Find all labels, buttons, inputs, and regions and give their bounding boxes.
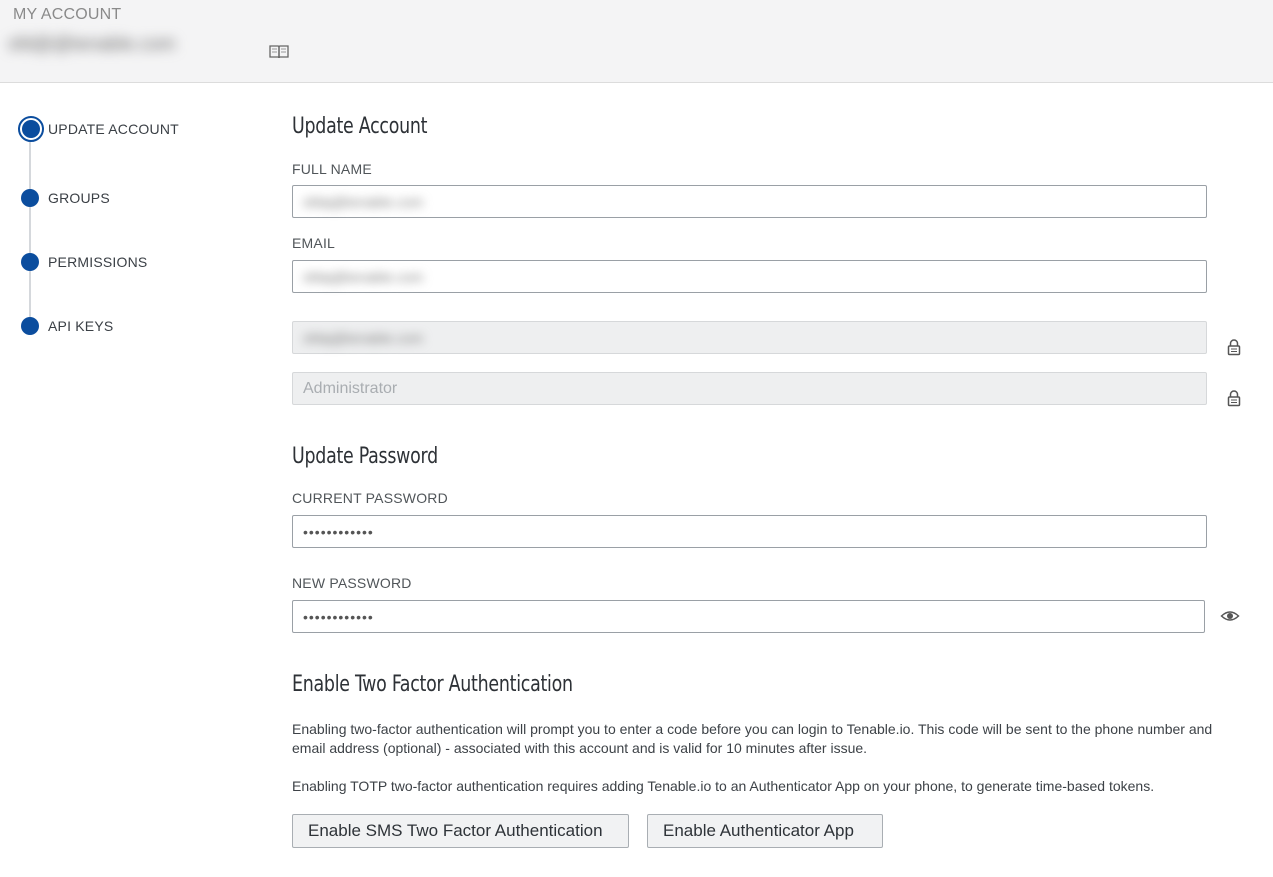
update-password-heading: Update Password [292, 444, 438, 469]
update-account-heading: Update Account [292, 114, 428, 139]
sidebar-item-label: GROUPS [48, 190, 110, 206]
step-dot-icon [21, 253, 39, 271]
book-icon[interactable] [269, 44, 289, 60]
two-factor-heading: Enable Two Factor Authentication [292, 672, 573, 697]
new-password-field[interactable]: •••••••••••• [292, 600, 1205, 633]
current-password-field[interactable]: •••••••••••• [292, 515, 1207, 548]
account-email: sfd@@tenable.com [8, 34, 176, 55]
sidebar-item-label: UPDATE ACCOUNT [48, 121, 179, 137]
eye-icon[interactable] [1220, 607, 1240, 625]
current-password-label: CURRENT PASSWORD [292, 490, 448, 506]
enable-sms-2fa-button[interactable]: Enable SMS Two Factor Authentication [292, 814, 629, 848]
sidebar-item-groups[interactable]: GROUPS [14, 183, 110, 213]
sidebar-item-label: PERMISSIONS [48, 254, 148, 270]
page-header: MY ACCOUNT sfd@@tenable.com [0, 0, 1273, 83]
sidebar-item-permissions[interactable]: PERMISSIONS [14, 247, 147, 277]
page-title: MY ACCOUNT [13, 6, 122, 23]
account-stepper: UPDATE ACCOUNT GROUPS PERMISSIONS API KE… [0, 83, 260, 383]
email-field[interactable]: sfdaj@tenable.com [292, 260, 1207, 293]
email-label: EMAIL [292, 235, 336, 251]
totp-description: Enabling TOTP two-factor authentication … [292, 778, 1155, 794]
full-name-label: FULL NAME [292, 161, 372, 177]
two-factor-description: Enabling two-factor authentication will … [292, 721, 1213, 756]
step-dot-icon [18, 116, 44, 142]
enable-authenticator-app-button[interactable]: Enable Authenticator App [647, 814, 883, 848]
new-password-label: NEW PASSWORD [292, 575, 412, 591]
username-field: sfdaj@tenable.com [292, 321, 1207, 354]
step-dot-icon [21, 317, 39, 335]
sidebar-item-api-keys[interactable]: API KEYS [14, 311, 113, 341]
stepper-line [29, 131, 31, 326]
step-dot-icon [21, 189, 39, 207]
sidebar-item-label: API KEYS [48, 318, 114, 334]
full-name-field[interactable]: sfdaj@tenable.com [292, 185, 1207, 218]
lock-icon [1227, 339, 1241, 356]
sidebar-item-update-account[interactable]: UPDATE ACCOUNT [14, 114, 179, 144]
lock-icon [1227, 390, 1241, 407]
role-field: Administrator [292, 372, 1207, 405]
